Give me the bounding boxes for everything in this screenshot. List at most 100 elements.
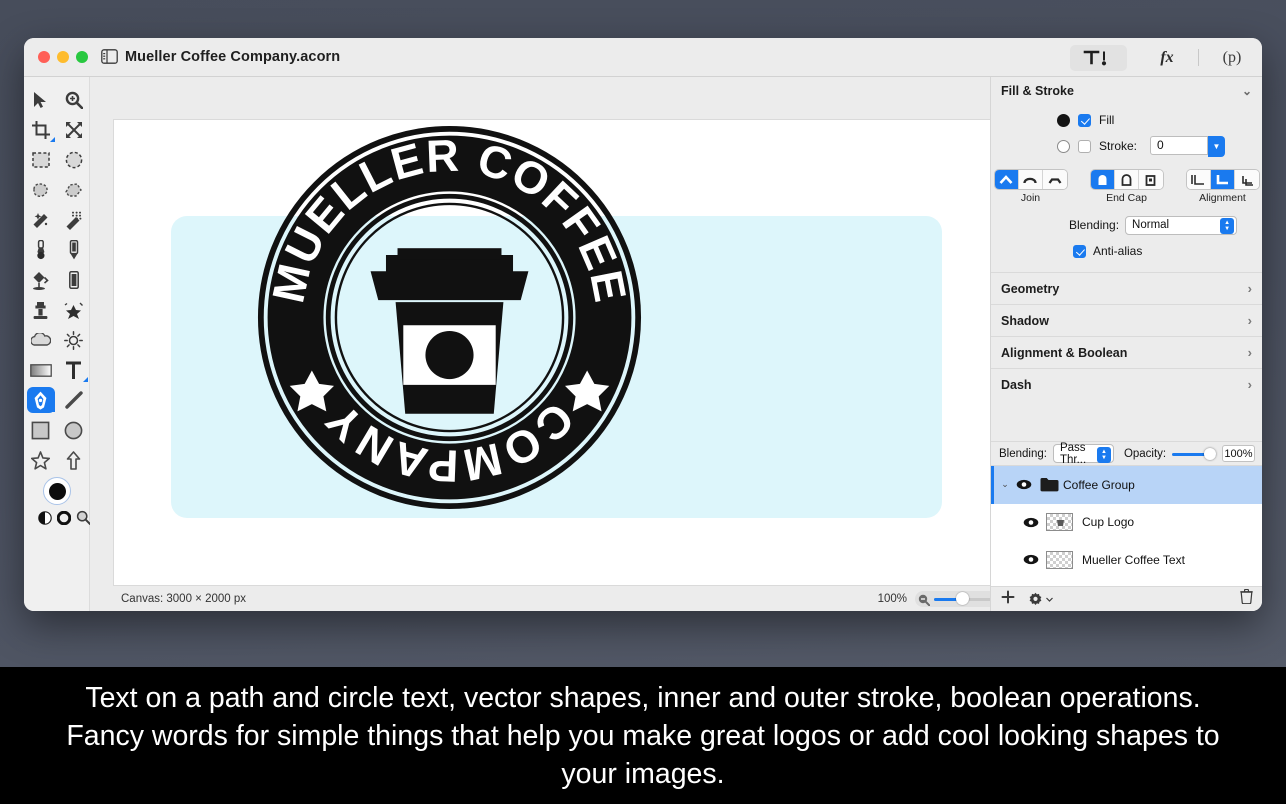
chevron-updown-icon[interactable]: ▲ ▼ <box>1096 446 1111 463</box>
toolbar-divider <box>1198 49 1199 66</box>
tool-ellipse-select[interactable] <box>57 145 90 175</box>
layer-action-bar <box>991 586 1262 611</box>
tool-lasso[interactable] <box>24 175 57 205</box>
tool-smudge[interactable] <box>57 295 90 325</box>
tool-ellipse[interactable] <box>57 415 90 445</box>
opacity-slider-knob[interactable] <box>1203 447 1216 460</box>
tool-rectangle[interactable] <box>24 415 57 445</box>
close-window-button[interactable] <box>38 51 50 63</box>
stroke-checkbox[interactable] <box>1078 139 1091 153</box>
tool-submenu-indicator <box>50 407 55 412</box>
tool-zoom[interactable] <box>57 85 90 115</box>
tool-line[interactable] <box>57 385 90 415</box>
disclosure-chevron-icon[interactable]: ⌄ <box>997 479 1013 490</box>
presets-button[interactable]: (p) <box>1212 45 1252 71</box>
tool-dodge-burn[interactable] <box>57 325 90 355</box>
join-bevel-button[interactable] <box>1042 170 1067 189</box>
section-shadow-title: Shadow <box>1001 313 1049 328</box>
coffee-logo-artwork[interactable]: MUELLER COFFEE COMPANY <box>257 125 642 510</box>
sidebar-toggle-icon[interactable] <box>101 49 118 64</box>
tool-brush[interactable] <box>24 235 57 265</box>
layer-visibility-eye-icon[interactable] <box>1013 479 1035 490</box>
endcap-square-button[interactable] <box>1138 170 1163 189</box>
section-geometry[interactable]: Geometry › <box>991 272 1262 304</box>
text-tool-button[interactable] <box>1070 44 1127 71</box>
section-dash[interactable]: Dash › <box>991 368 1262 400</box>
layer-row-cup-logo[interactable]: Cup Logo <box>991 504 1262 542</box>
join-round-button[interactable] <box>1018 170 1043 189</box>
tool-move[interactable] <box>24 85 57 115</box>
zoom-out-icon[interactable] <box>918 593 931 611</box>
join-miter-button[interactable] <box>994 170 1019 189</box>
fill-label: Fill <box>1099 113 1115 127</box>
tool-crop[interactable] <box>24 115 57 145</box>
minimize-window-button[interactable] <box>57 51 69 63</box>
stroke-width-stepper[interactable]: ▼ <box>1208 135 1226 157</box>
reset-colors-icon[interactable] <box>56 510 72 530</box>
opacity-slider[interactable] <box>1172 447 1216 460</box>
zoom-slider-knob[interactable] <box>956 592 969 605</box>
tool-instant-alpha[interactable] <box>57 205 90 235</box>
maximize-window-button[interactable] <box>76 51 88 63</box>
titlebar-toolbar: fx (p) <box>1070 44 1252 71</box>
logo-coffee-cup-icon <box>370 248 529 414</box>
blending-mode-value: Normal <box>1132 219 1170 231</box>
alignment-center-button[interactable] <box>1210 170 1235 189</box>
chevron-right-icon[interactable]: › <box>1248 281 1252 296</box>
document-canvas[interactable]: MUELLER COFFEE COMPANY <box>113 119 1015 586</box>
layer-row-coffee-group[interactable]: ⌄ Coffee Group <box>991 466 1262 504</box>
tool-pencil[interactable] <box>57 235 90 265</box>
join-caption: Join <box>1020 192 1041 204</box>
chevron-down-icon[interactable]: ⌄ <box>1242 84 1252 98</box>
alignment-outer-button[interactable] <box>1234 170 1259 189</box>
opacity-value[interactable]: 100% <box>1221 445 1255 462</box>
tool-magic-wand[interactable] <box>24 205 57 235</box>
tool-clone-stamp[interactable] <box>24 295 57 325</box>
effects-button[interactable]: fx <box>1149 45 1185 71</box>
antialias-checkbox[interactable] <box>1073 244 1086 258</box>
fill-radio[interactable] <box>1057 113 1070 127</box>
tool-polygon-lasso[interactable] <box>57 175 90 205</box>
tool-gradient[interactable] <box>24 355 57 385</box>
fill-checkbox[interactable] <box>1078 113 1091 127</box>
endcap-round-button[interactable] <box>1114 170 1139 189</box>
tool-pen[interactable] <box>24 385 57 415</box>
tool-arrow-shape[interactable] <box>57 445 90 475</box>
tool-rect-select[interactable] <box>24 145 57 175</box>
endcap-butt-button[interactable] <box>1090 170 1115 189</box>
layer-thumbnail[interactable] <box>1046 550 1073 569</box>
stroke-width-input[interactable]: 0 <box>1150 135 1209 155</box>
layer-visibility-eye-icon[interactable] <box>1020 517 1042 528</box>
tool-blur[interactable] <box>24 325 57 355</box>
layer-thumbnail[interactable] <box>1046 513 1073 532</box>
chevron-right-icon[interactable]: › <box>1248 345 1252 360</box>
layer-visibility-eye-icon[interactable] <box>1020 554 1042 565</box>
delete-layer-button[interactable] <box>1240 588 1253 609</box>
layer-blending-select[interactable]: Pass Thr... ▲ ▼ <box>1052 442 1114 466</box>
chevron-updown-icon[interactable]: ▲ ▼ <box>1220 218 1235 234</box>
add-layer-button[interactable] <box>1001 590 1015 609</box>
alignment-inner-button[interactable] <box>1186 170 1211 189</box>
tool-type[interactable] <box>57 355 90 385</box>
foreground-color-swatch[interactable] <box>43 477 71 505</box>
section-shadow[interactable]: Shadow › <box>991 304 1262 336</box>
tool-star[interactable] <box>24 445 57 475</box>
layer-row-mueller-coffee-text[interactable]: Mueller Coffee Text <box>991 541 1262 579</box>
swap-colors-icon[interactable] <box>38 510 52 530</box>
section-alignment-boolean[interactable]: Alignment & Boolean › <box>991 336 1262 368</box>
chevron-right-icon[interactable]: › <box>1248 313 1252 328</box>
tool-eraser[interactable] <box>57 265 90 295</box>
chevron-right-icon[interactable]: › <box>1248 377 1252 392</box>
layer-name: Mueller Coffee Text <box>1082 552 1185 567</box>
tool-paint-bucket[interactable] <box>24 265 57 295</box>
layer-actions-button[interactable] <box>1028 592 1053 607</box>
caption-bar: Text on a path and circle text, vector s… <box>0 667 1286 804</box>
blending-mode-select[interactable]: Normal ▲ ▼ <box>1125 215 1238 235</box>
fill-stroke-section-header[interactable]: Fill & Stroke ⌄ <box>991 77 1262 105</box>
join-control: Join <box>993 169 1068 204</box>
stroke-radio[interactable] <box>1057 139 1070 153</box>
alignment-caption: Alignment <box>1199 192 1246 204</box>
caption-text: Text on a path and circle text, vector s… <box>66 681 1220 790</box>
tool-transform[interactable] <box>57 115 90 145</box>
palette-magnifier-icon[interactable] <box>76 510 91 530</box>
